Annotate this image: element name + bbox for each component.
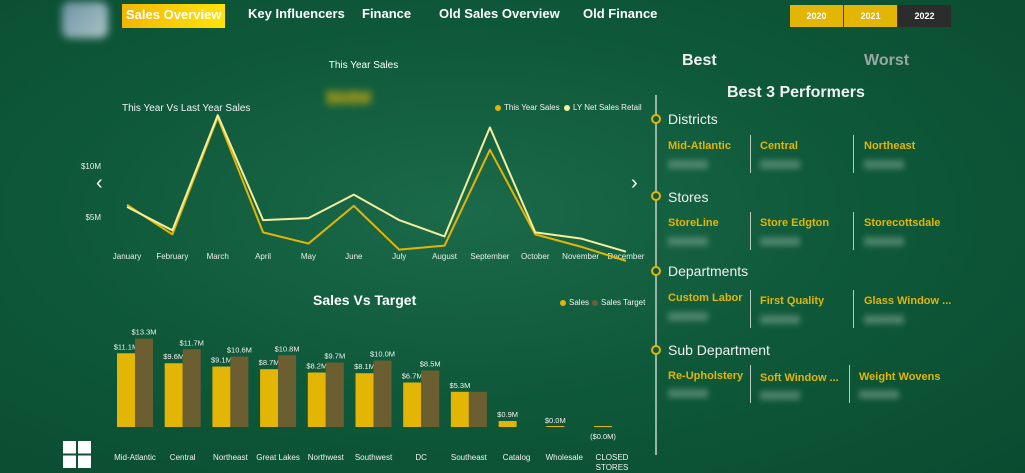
timeline-dot-icon	[651, 191, 661, 201]
divider	[853, 212, 854, 250]
year-2021-button[interactable]: 2021	[844, 5, 897, 27]
category-label: Wholesale	[546, 453, 584, 462]
performer-value-blurred	[859, 390, 899, 399]
performer-store-3: Storecottsdale	[864, 217, 941, 229]
bar-data-label: $8.5M	[420, 360, 441, 369]
bar-data-label: $5.3M	[449, 381, 470, 390]
bar-target	[325, 362, 344, 427]
category-label: Southwest	[355, 453, 393, 462]
performer-value-blurred	[668, 237, 708, 246]
performer-value-blurred	[760, 237, 800, 246]
performer-department-1: Custom Labor	[668, 292, 743, 304]
panel-title: Best 3 Performers	[727, 84, 865, 101]
performer-department-2: First Quality	[760, 295, 825, 307]
bar-sales	[164, 363, 183, 427]
performer-district-2: Central	[760, 140, 798, 152]
category-label: Catalog	[503, 453, 531, 462]
bar-data-label: $9.6M	[163, 352, 184, 361]
divider	[750, 135, 751, 173]
performer-value-blurred	[864, 160, 904, 169]
bar-chart: $11.1M $13.3M Mid-Atlantic $9.6M $11.7M Centr…	[114, 328, 629, 472]
bar-sales	[307, 372, 326, 427]
year-2020-button[interactable]: 2020	[790, 5, 843, 27]
performer-value-blurred	[668, 312, 708, 321]
performer-subdept-2: Soft Window ...	[760, 372, 839, 384]
timeline-dot-icon	[651, 114, 661, 124]
divider	[750, 212, 751, 250]
bar-sales	[594, 426, 612, 427]
category-label: Northeast	[213, 453, 248, 462]
performer-value-blurred	[760, 160, 800, 169]
bar-target	[421, 370, 440, 427]
performer-store-2: Store Edgton	[760, 217, 830, 229]
timeline-dot-icon	[651, 345, 661, 355]
divider	[853, 290, 854, 328]
bar-data-label: $13.3M	[131, 328, 156, 337]
performer-subdept-3: Weight Wovens	[859, 371, 941, 383]
bar-sales	[355, 373, 374, 427]
bar-target	[135, 338, 153, 427]
bar-data-label: $10.0M	[370, 350, 395, 359]
performer-store-1: StoreLine	[668, 217, 719, 229]
timeline-dot-icon	[651, 266, 661, 276]
divider	[853, 135, 854, 173]
category-label: DC	[415, 453, 427, 462]
bar-sales	[498, 421, 517, 427]
category-label: Southeast	[451, 453, 488, 462]
bar-target	[182, 349, 201, 427]
bar-sales	[403, 382, 422, 427]
best-toggle[interactable]: Best	[682, 52, 717, 70]
divider	[849, 365, 850, 403]
category-label: Central	[170, 453, 196, 462]
category-label: Mid-Atlantic	[114, 453, 156, 462]
bar-data-label: ($0.0M)	[590, 432, 616, 441]
performer-district-1: Mid-Atlantic	[668, 140, 731, 152]
bar-sales	[260, 369, 279, 427]
bar-sales	[117, 353, 135, 427]
bar-target	[373, 360, 392, 427]
bar-sales	[212, 366, 231, 427]
year-2022-button[interactable]: 2022	[898, 5, 951, 27]
bar-data-label: $11.7M	[179, 338, 203, 347]
section-districts: Districts	[668, 111, 718, 127]
section-sub-department: Sub Department	[668, 342, 770, 358]
bar-target	[230, 356, 249, 427]
category-label: Great Lakes	[256, 453, 300, 462]
performer-value-blurred	[864, 237, 904, 246]
bar-data-label: $9.7M	[324, 352, 345, 361]
bar-target	[278, 355, 297, 427]
divider	[750, 365, 751, 403]
category-label: STORES	[596, 463, 629, 472]
performer-value-blurred	[864, 315, 904, 324]
bar-data-label: $8.2M	[306, 362, 327, 371]
bar-sales	[546, 426, 565, 427]
bar-data-label: $0.9M	[497, 410, 518, 419]
bar-sales	[450, 391, 469, 427]
category-label: Northwest	[308, 453, 345, 462]
performer-district-3: Northeast	[864, 140, 916, 152]
bar-data-label: $10.8M	[275, 344, 300, 353]
performer-department-3: Glass Window ...	[864, 295, 952, 307]
bar-data-label: $6.7M	[402, 371, 423, 380]
performer-value-blurred	[760, 315, 800, 324]
bar-data-label: $8.1M	[354, 362, 375, 371]
performer-value-blurred	[760, 391, 800, 400]
bar-data-label: $10.6M	[227, 346, 252, 355]
section-stores: Stores	[668, 189, 709, 205]
performer-value-blurred	[668, 389, 708, 398]
windows-icon[interactable]	[63, 441, 91, 468]
performer-subdept-1: Re-Upholstery	[668, 370, 744, 382]
performer-value-blurred	[668, 160, 708, 169]
bar-target	[468, 391, 487, 427]
bar-data-label: $8.7M	[259, 358, 280, 367]
section-departments: Departments	[668, 263, 749, 279]
bar-data-label: $11.1M	[114, 342, 138, 351]
bar-data-label: $0.0M	[545, 416, 566, 425]
divider	[750, 290, 751, 328]
bar-data-label: $9.1M	[211, 356, 232, 365]
category-label: CLOSED	[596, 453, 629, 462]
worst-toggle[interactable]: Worst	[864, 52, 909, 70]
